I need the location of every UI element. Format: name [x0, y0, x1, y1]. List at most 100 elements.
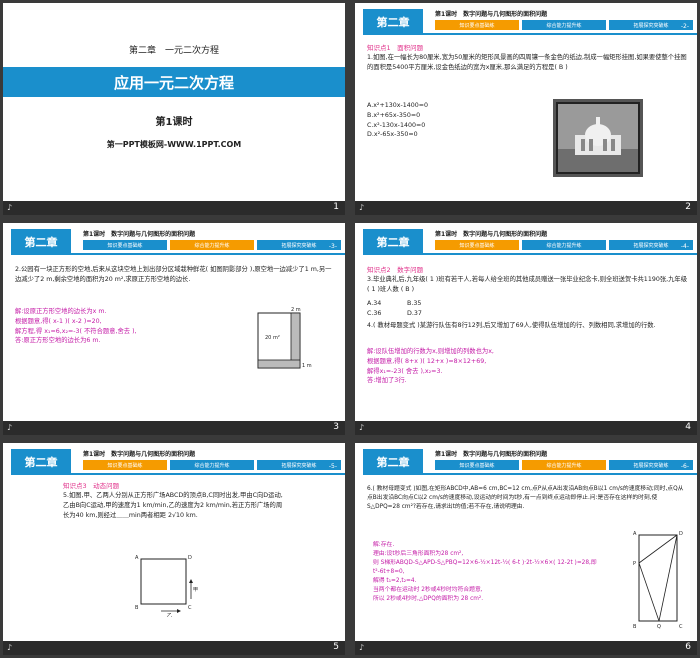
- tab-bar: 知识要点基础练 综合能力提升练 拓展探究突破练: [83, 460, 341, 470]
- tab-comprehensive[interactable]: 综合能力提升练: [522, 240, 606, 250]
- slide-header: 第二章 第1课时 数字问题与几何图形的面积问题 知识要点基础练 综合能力提升练 …: [3, 443, 345, 483]
- slide-header: 第二章 第1课时 数字问题与几何图形的面积问题 知识要点基础练 综合能力提升练 …: [355, 223, 697, 263]
- slide-footer: ♪ 4: [355, 421, 697, 435]
- answer-block: 解:设原正方形空地的边长为x m. 根据题意,得( x-1 )( x-2 )=2…: [15, 307, 137, 346]
- vertex-label: Q: [657, 624, 661, 630]
- tab-basic[interactable]: 知识要点基础练: [435, 20, 519, 30]
- chapter-badge: 第二章: [11, 229, 71, 255]
- vertex-label: A: [633, 531, 637, 537]
- knowledge-point: 知识点3 动态问题: [63, 482, 120, 490]
- tab-bar: 知识要点基础练 综合能力提升练 拓展探究突破练: [435, 20, 693, 30]
- slide-header: 第二章 第1课时 数字问题与几何图形的面积问题 知识要点基础练 综合能力提升练 …: [3, 223, 345, 263]
- page-number: 4: [685, 422, 691, 432]
- garden-diagram: 20 m² 2 m 1 m: [257, 307, 312, 369]
- slide-footer: ♪ 1: [3, 201, 345, 215]
- vertex-label: D: [679, 531, 683, 537]
- question-text: 2.公园有一块正方形的空地,后来从这块空地上划出部分区域栽种鲜花( 如图阴影部分…: [15, 266, 332, 283]
- chapter-badge: 第二章: [363, 449, 423, 475]
- answer-line: 根据题意,得( 8+x )( 12+x )=8×12+69,: [367, 357, 487, 365]
- page-number: 2: [685, 202, 691, 212]
- options-list: A.34 B.35 C.36 D.37: [367, 299, 447, 319]
- tab-comprehensive[interactable]: 综合能力提升练: [522, 460, 606, 470]
- vertex-label: B: [135, 605, 139, 611]
- slide-footer: ♪ 3: [3, 421, 345, 435]
- option: C.36: [367, 309, 382, 317]
- slide-4[interactable]: 第二章 第1课时 数字问题与几何图形的面积问题 知识要点基础练 综合能力提升练 …: [355, 223, 697, 435]
- option: D.37: [407, 309, 422, 317]
- tab-comprehensive[interactable]: 综合能力提升练: [170, 460, 254, 470]
- lesson-label: 第1课时: [155, 117, 193, 128]
- title-banner: 应用一元二次方程: [3, 67, 345, 97]
- slide-2[interactable]: 第二章 第1课时 数字问题与几何图形的面积问题 知识要点基础练 综合能力提升练 …: [355, 3, 697, 215]
- slide-index: -2-: [680, 23, 689, 30]
- answer-line: 答:原正方形空地的边长为6 m.: [15, 337, 101, 345]
- question-text: 1.如图,在一幅长为80厘米,宽为50厘米的矩形风景画的四周镶一条金色的纸边,制…: [367, 54, 687, 71]
- answer-block: 解:存在. 理由:设t秒后三角形面积为28 cm², 则 S梯形ABQD-S△A…: [373, 541, 618, 604]
- lesson-title: 第1课时 数字问题与几何图形的面积问题: [435, 451, 548, 458]
- rectangle-diagram: A D P B Q C: [633, 531, 683, 630]
- person-label: 乙: [167, 612, 172, 617]
- tab-bar: 知识要点基础练 综合能力提升练 拓展探究突破练: [435, 240, 693, 250]
- vertex-label: A: [135, 555, 139, 561]
- lesson-title: 第1课时 数字问题与几何图形的面积问题: [83, 231, 196, 238]
- speaker-icon[interactable]: ♪: [7, 643, 12, 652]
- slide-footer: ♪ 2: [355, 201, 697, 215]
- speaker-icon[interactable]: ♪: [359, 423, 364, 432]
- dim-label: 1 m: [302, 363, 312, 369]
- tab-basic[interactable]: 知识要点基础练: [83, 460, 167, 470]
- question-text: 4.( 教材母题变式 )某游行队伍有8行12列,后又增加了69人,使得队伍增加的…: [367, 322, 656, 329]
- answer-line: 答:增加了3行.: [367, 377, 407, 385]
- knowledge-point: 知识点2 数字问题: [367, 266, 424, 274]
- vertex-label: C: [188, 605, 192, 611]
- tab-basic[interactable]: 知识要点基础练: [83, 240, 167, 250]
- question-text: 5.如图,甲、乙两人分别从正方形广场ABCD的顶点B,C同时出发,甲由C向D运动…: [63, 492, 283, 519]
- option: A.34: [367, 300, 382, 307]
- options-list: A.x²+130x-1400=0 B.x²+65x-350=0 C.x²-130…: [367, 101, 428, 140]
- answer-block: 解:设队伍增加的行数为x,则增加的列数也为x, 根据题意,得( 8+x )( 1…: [367, 347, 494, 386]
- tab-basic[interactable]: 知识要点基础练: [435, 240, 519, 250]
- tab-comprehensive[interactable]: 综合能力提升练: [522, 20, 606, 30]
- lesson-title: 第1课时 数字问题与几何图形的面积问题: [435, 11, 548, 18]
- answer-line: 所以 2秒或4秒时,△DPQ的面积为 28 cm².: [373, 595, 484, 602]
- answer-line: 解:存在.: [373, 542, 395, 548]
- answer-line: 当两个都在运动时 2秒或4秒时均符合题意,: [373, 586, 483, 593]
- page-number: 5: [333, 642, 339, 652]
- page-number: 6: [685, 642, 691, 652]
- slide-5[interactable]: 第二章 第1课时 数字问题与几何图形的面积问题 知识要点基础练 综合能力提升练 …: [3, 443, 345, 655]
- landscape-photo: [553, 99, 643, 177]
- slide-3[interactable]: 第二章 第1课时 数字问题与几何图形的面积问题 知识要点基础练 综合能力提升练 …: [3, 223, 345, 435]
- tab-basic[interactable]: 知识要点基础练: [435, 460, 519, 470]
- answer-line: 解方程,得 x₁=6,x₂=-3( 不符合题意,舍去 ),: [15, 327, 137, 335]
- option: C.x²-130x-1400=0: [367, 121, 426, 129]
- speaker-icon[interactable]: ♪: [359, 203, 364, 212]
- chapter-badge: 第二章: [11, 449, 71, 475]
- answer-line: 理由:设t秒后三角形面积为28 cm²,: [373, 550, 464, 557]
- question-text: 3.毕业典礼后,九年级( 1 )班有若干人,若每人给全班的其他成员赠送一张毕业纪…: [367, 276, 688, 293]
- speaker-icon[interactable]: ♪: [359, 643, 364, 652]
- lesson-title: 第1课时 数字问题与几何图形的面积问题: [435, 231, 548, 238]
- site-label: 第一PPT模板网-WWW.1PPT.COM: [106, 140, 242, 149]
- slide-footer: ♪ 6: [355, 641, 697, 655]
- speaker-icon[interactable]: ♪: [7, 423, 12, 432]
- chapter-badge: 第二章: [363, 229, 423, 255]
- answer-line: 根据题意,得( x-1 )( x-2 )=20,: [15, 317, 102, 325]
- lesson-title: 第1课时 数字问题与几何图形的面积问题: [83, 451, 196, 458]
- option: A.x²+130x-1400=0: [367, 102, 429, 109]
- chapter-heading: 第二章 一元二次方程: [128, 46, 219, 56]
- answer-line: 解得 t₁=2,t₂=4.: [373, 577, 417, 584]
- option: B.35: [407, 300, 422, 307]
- answer-line: 解:设原正方形空地的边长为x m.: [15, 308, 107, 315]
- vertex-label: B: [633, 624, 637, 630]
- slide-index: -3-: [328, 243, 337, 250]
- tab-bar: 知识要点基础练 综合能力提升练 拓展探究突破练: [83, 240, 341, 250]
- area-label: 20 m²: [265, 335, 280, 341]
- slide-1[interactable]: 第二章 一元二次方程 应用一元二次方程 第1课时 第一PPT模板网-WWW.1P…: [3, 3, 345, 215]
- slide-header: 第二章 第1课时 数字问题与几何图形的面积问题 知识要点基础练 综合能力提升练 …: [355, 443, 697, 483]
- option: D.x²-65x-350=0: [367, 131, 418, 139]
- speaker-icon[interactable]: ♪: [7, 203, 12, 212]
- answer-line: 则 S梯形ABQD-S△APD-S△PBQ=12×6-½×12t-½( 6-t …: [373, 559, 597, 575]
- dim-label: 2 m: [291, 307, 301, 313]
- tab-comprehensive[interactable]: 综合能力提升练: [170, 240, 254, 250]
- slide-6[interactable]: 第二章 第1课时 数字问题与几何图形的面积问题 知识要点基础练 综合能力提升练 …: [355, 443, 697, 655]
- answer-line: 解:设队伍增加的行数为x,则增加的列数也为x,: [367, 348, 494, 355]
